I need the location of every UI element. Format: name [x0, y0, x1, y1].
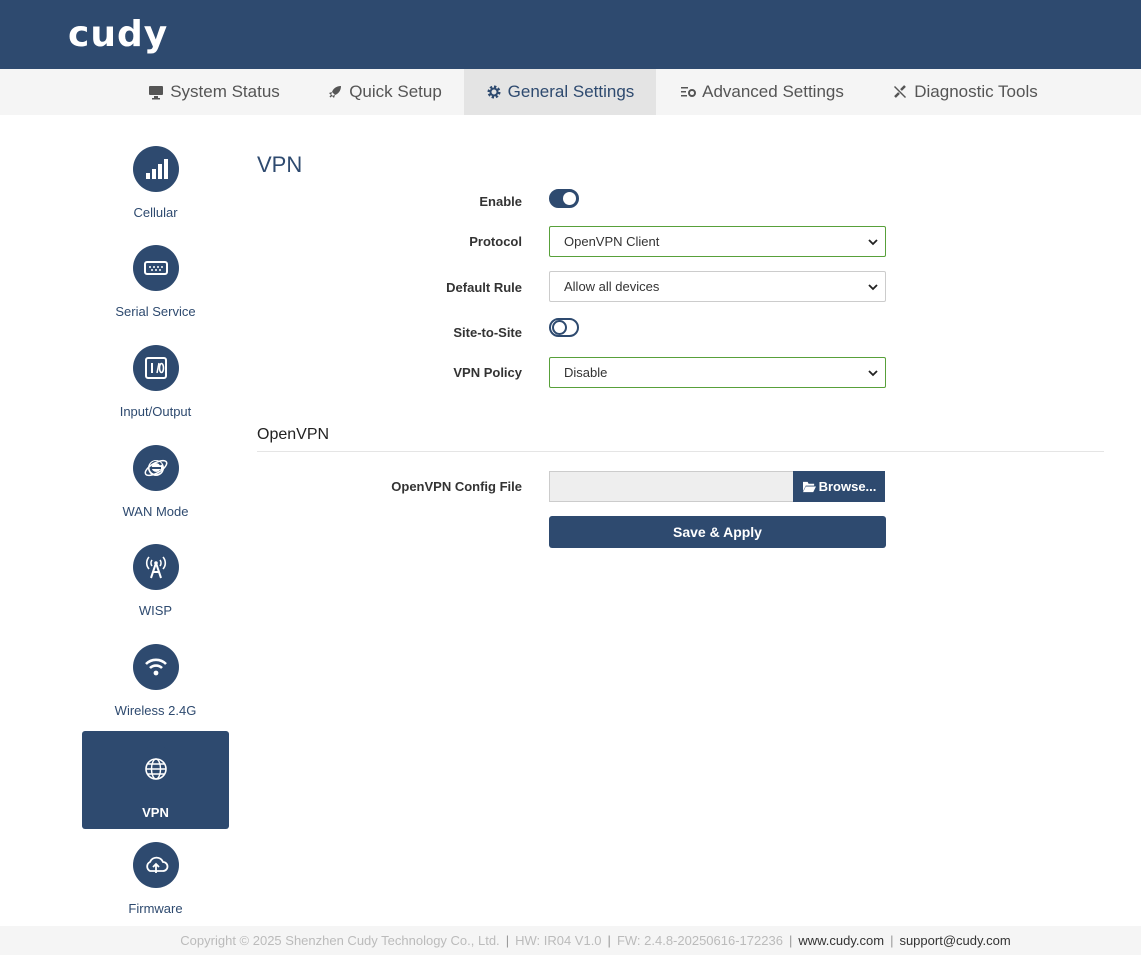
serial-port-icon [143, 261, 168, 275]
sidebar-item-wisp[interactable]: WISP [82, 529, 229, 627]
browse-button[interactable]: Browse... [793, 471, 885, 502]
globe-icon [144, 758, 167, 780]
tab-label: Diagnostic Tools [914, 82, 1038, 101]
tools-icon [894, 85, 907, 98]
icon-circle [132, 842, 179, 888]
section-title-openvpn: OpenVPN [257, 426, 330, 443]
section-title-vpn: VPN [257, 152, 303, 177]
footer-separator: | [607, 933, 611, 948]
default-rule-value: Allow all devices [564, 279, 660, 294]
sidebar-item-firmware[interactable]: Firmware [82, 827, 229, 925]
footer-separator: | [505, 933, 510, 948]
footer-website-link[interactable]: www.cudy.com [798, 933, 884, 948]
top-header: cudy [0, 0, 1141, 69]
site-to-site-toggle[interactable] [549, 318, 579, 337]
sidebar-item-label: WAN Mode [122, 504, 189, 519]
default-rule-select[interactable]: Allow all devices [549, 271, 886, 302]
antenna-icon [145, 556, 166, 579]
sidebar-item-wireless-24g[interactable]: Wireless 2.4G [82, 629, 229, 727]
toggle-knob [563, 192, 576, 205]
vpn-policy-label: VPN Policy [453, 365, 522, 380]
protocol-label: Protocol [469, 234, 522, 249]
tab-advanced-settings[interactable]: Advanced Settings [664, 69, 860, 115]
cudy-logo[interactable]: cudy [68, 14, 168, 55]
chevron-down-icon [868, 239, 878, 246]
protocol-select[interactable]: OpenVPN Client [549, 226, 886, 257]
sidebar-item-label: VPN [142, 805, 169, 820]
main-nav: System Status Quick Setup General Settin… [0, 69, 1141, 115]
icon-circle [132, 245, 179, 291]
chevron-down-icon [868, 370, 878, 377]
icon-circle [132, 644, 179, 690]
save-apply-button[interactable]: Save & Apply [549, 516, 886, 548]
config-file-input[interactable] [549, 471, 793, 502]
protocol-value: OpenVPN Client [564, 234, 660, 249]
sidebar-item-label: Wireless 2.4G [114, 703, 197, 718]
footer-copyright: Copyright © 2025 Shenzhen Cudy Technolog… [180, 933, 500, 948]
sidebar-item-label: Input/Output [119, 404, 192, 419]
internet-e-icon [144, 459, 167, 477]
enable-label: Enable [479, 194, 522, 209]
tab-label: Advanced Settings [702, 82, 844, 101]
folder-open-icon [802, 481, 816, 493]
tab-label: General Settings [507, 82, 635, 101]
tab-label: Quick Setup [349, 82, 442, 101]
footer-email-link[interactable]: support@cudy.com [899, 933, 1010, 948]
tab-diagnostic-tools[interactable]: Diagnostic Tools [878, 69, 1052, 115]
sidebar-item-cellular[interactable]: Cellular [82, 131, 229, 229]
sidebar-item-input-output[interactable]: Input/Output [82, 330, 229, 428]
wifi-icon [144, 658, 167, 676]
tab-system-status[interactable]: System Status [134, 69, 294, 115]
footer-fw: FW: 2.4.8-20250616-172236 [616, 933, 783, 948]
icon-circle [132, 345, 179, 391]
icon-circle [132, 146, 179, 192]
default-rule-label: Default Rule [446, 280, 522, 295]
sidebar-item-label: WISP [138, 603, 173, 618]
toggle-knob [552, 320, 567, 335]
monitor-icon [149, 86, 164, 100]
signal-bars-icon [145, 159, 168, 179]
tab-general-settings[interactable]: General Settings [464, 69, 656, 115]
icon-circle [132, 544, 179, 590]
cloud-upload-icon [145, 856, 168, 873]
footer-separator: | [788, 933, 793, 948]
sidebar-item-vpn[interactable]: VPN [82, 731, 229, 829]
browse-label: Browse... [818, 479, 877, 494]
page-footer: Copyright © 2025 Shenzhen Cudy Technolog… [0, 926, 1141, 955]
sidebar-item-wan-mode[interactable]: WAN Mode [82, 430, 229, 528]
enable-toggle[interactable] [549, 189, 579, 208]
vpn-policy-value: Disable [564, 365, 608, 380]
sliders-gear-icon [681, 87, 697, 97]
rocket-icon [329, 86, 342, 98]
gear-icon [487, 85, 501, 99]
vpn-policy-select[interactable]: Disable [549, 357, 886, 388]
sidebar-item-serial-service[interactable]: Serial Service [82, 230, 229, 328]
config-file-label: OpenVPN Config File [391, 479, 522, 494]
tab-label: System Status [170, 82, 280, 101]
footer-separator: | [890, 933, 894, 948]
icon-circle [132, 445, 179, 491]
sidebar-item-label: Cellular [133, 205, 178, 220]
footer-hw: HW: IR04 V1.0 [515, 933, 602, 948]
icon-circle [132, 746, 179, 792]
chevron-down-icon [868, 284, 878, 291]
site-to-site-label: Site-to-Site [453, 325, 522, 340]
sidebar-item-label: Serial Service [115, 304, 196, 319]
tab-quick-setup[interactable]: Quick Setup [312, 69, 457, 115]
section-divider [257, 451, 1104, 452]
sidebar-item-label: Firmware [128, 901, 183, 916]
io-icon [144, 357, 167, 379]
